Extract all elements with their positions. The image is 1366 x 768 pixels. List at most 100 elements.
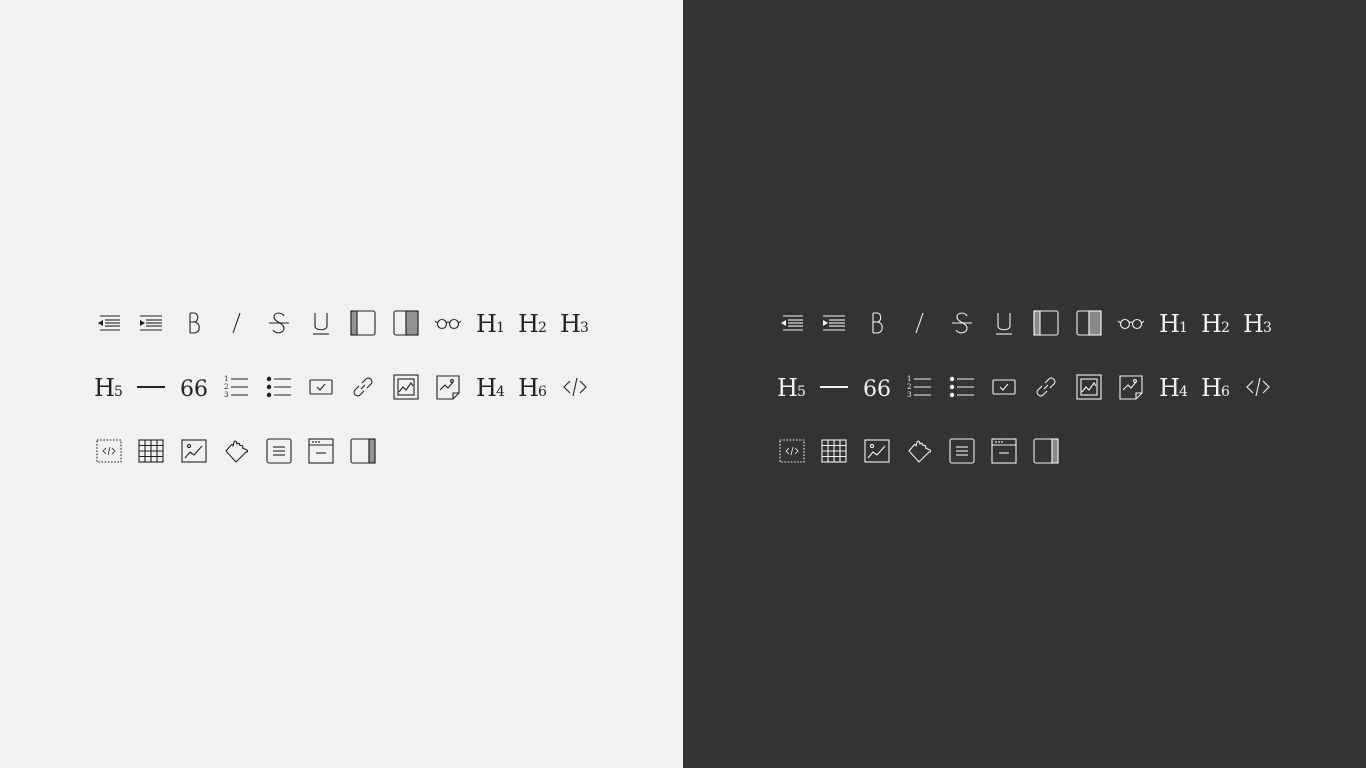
sidebar-button[interactable] (1029, 434, 1063, 468)
image-button[interactable] (1072, 370, 1106, 404)
heading-2-button[interactable]: H2 (1199, 306, 1233, 340)
bold-icon (872, 312, 883, 334)
blockquote-button[interactable]: 66 (177, 370, 211, 404)
picture-icon (181, 439, 207, 463)
link-button[interactable] (346, 370, 380, 404)
indent-icon (823, 315, 845, 331)
outdent-button[interactable] (92, 306, 126, 340)
heading-6-button[interactable]: H6 (516, 370, 550, 404)
left-panel-icon (1033, 310, 1059, 336)
right-panel-button[interactable] (389, 306, 423, 340)
code-block-button[interactable] (775, 434, 809, 468)
heading-letter: H (560, 310, 581, 338)
horizontal-rule-button[interactable] (817, 370, 851, 404)
checkbox-button[interactable] (304, 370, 338, 404)
heading-level: 4 (1179, 384, 1188, 400)
picture-button[interactable] (177, 434, 211, 468)
align-text-button[interactable] (945, 434, 979, 468)
align-text-button[interactable] (262, 434, 296, 468)
heading-2-icon: H2 (1201, 310, 1230, 338)
heading-5-icon: H5 (94, 374, 123, 402)
window-button[interactable] (304, 434, 338, 468)
heading-letter: H (518, 310, 539, 338)
bold-icon (189, 312, 200, 334)
code-block-button[interactable] (92, 434, 126, 468)
toolbar-row-1: H1H2H3 (0, 303, 683, 343)
italic-icon (915, 312, 924, 334)
heading-4-icon: H4 (1159, 374, 1188, 402)
unordered-list-button[interactable] (262, 370, 296, 404)
ordered-list-icon: 123 (907, 375, 931, 399)
link-button[interactable] (1029, 370, 1063, 404)
toolbar-row-3 (0, 431, 683, 471)
code-block-icon (96, 439, 122, 463)
bold-button[interactable] (177, 306, 211, 340)
heading-5-icon: H5 (777, 374, 806, 402)
image-button[interactable] (389, 370, 423, 404)
checkbox-button[interactable] (987, 370, 1021, 404)
picture-button[interactable] (860, 434, 894, 468)
bold-button[interactable] (860, 306, 894, 340)
table-button[interactable] (134, 434, 168, 468)
heading-3-button[interactable]: H3 (558, 306, 592, 340)
heading-letter: H (1243, 310, 1264, 338)
code-icon (563, 377, 587, 397)
outdent-button[interactable] (775, 306, 809, 340)
heading-letter: H (1159, 374, 1180, 402)
image-icon (393, 374, 419, 400)
emoji-hand-button[interactable] (902, 434, 936, 468)
heading-6-button[interactable]: H6 (1199, 370, 1233, 404)
horizontal-rule-button[interactable] (134, 370, 168, 404)
heading-4-button[interactable]: H4 (474, 370, 508, 404)
blockquote-button[interactable]: 66 (860, 370, 894, 404)
image-file-button[interactable] (431, 370, 465, 404)
heading-level: 2 (538, 320, 547, 336)
heading-1-icon: H1 (1159, 310, 1188, 338)
heading-letter: H (1201, 310, 1222, 338)
underline-button[interactable] (304, 306, 338, 340)
italic-button[interactable] (902, 306, 936, 340)
preview-glasses-button[interactable] (431, 306, 465, 340)
table-button[interactable] (817, 434, 851, 468)
underline-button[interactable] (987, 306, 1021, 340)
list-number: 1 (907, 375, 911, 383)
strikethrough-button[interactable] (945, 306, 979, 340)
heading-4-button[interactable]: H4 (1157, 370, 1191, 404)
sidebar-button[interactable] (346, 434, 380, 468)
heading-5-button[interactable]: H5 (92, 370, 126, 404)
preview-glasses-button[interactable] (1114, 306, 1148, 340)
ordered-list-button[interactable]: 123 (902, 370, 936, 404)
heading-2-button[interactable]: H2 (516, 306, 550, 340)
emoji-hand-button[interactable] (219, 434, 253, 468)
picture-icon (864, 439, 890, 463)
dark-theme-panel: H 1 H 2 H 3 H 5 66 1 2 3 H 4 H 6 (683, 0, 1366, 768)
italic-button[interactable] (219, 306, 253, 340)
unordered-list-button[interactable] (945, 370, 979, 404)
heading-1-button[interactable]: H1 (1157, 306, 1191, 340)
left-panel-button[interactable] (1029, 306, 1063, 340)
sidebar-icon (1033, 438, 1059, 464)
horizontal-rule-icon (137, 386, 165, 388)
ordered-list-button[interactable]: 123 (219, 370, 253, 404)
heading-letter: H (777, 374, 798, 402)
heading-5-button[interactable]: H5 (775, 370, 809, 404)
outdent-icon (98, 315, 120, 331)
indent-button[interactable] (817, 306, 851, 340)
heading-4-icon: H4 (476, 374, 505, 402)
heading-letter: H (476, 374, 497, 402)
image-file-button[interactable] (1114, 370, 1148, 404)
heading-3-button[interactable]: H3 (1241, 306, 1275, 340)
code-button[interactable] (1241, 370, 1275, 404)
align-text-icon (949, 438, 975, 464)
left-panel-button[interactable] (346, 306, 380, 340)
strikethrough-button[interactable] (262, 306, 296, 340)
indent-button[interactable] (134, 306, 168, 340)
image-file-icon (1119, 375, 1143, 400)
image-file-icon (436, 375, 460, 400)
heading-level: 2 (1221, 320, 1230, 336)
code-button[interactable] (558, 370, 592, 404)
emoji-hand-icon (908, 440, 932, 463)
right-panel-button[interactable] (1072, 306, 1106, 340)
window-button[interactable] (987, 434, 1021, 468)
heading-1-button[interactable]: H1 (474, 306, 508, 340)
